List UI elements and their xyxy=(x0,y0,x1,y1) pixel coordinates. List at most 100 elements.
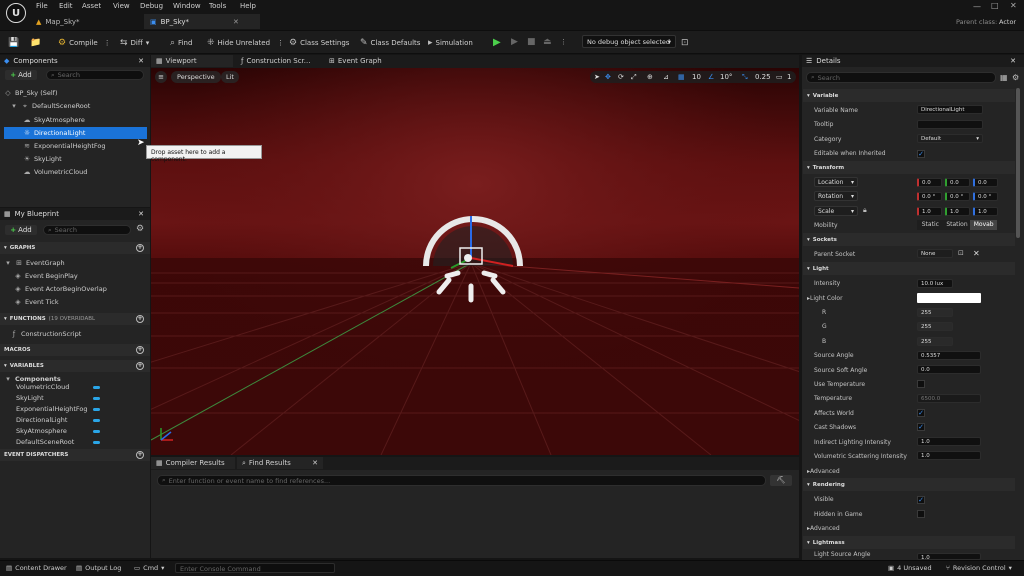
mobility-static[interactable]: Static xyxy=(917,220,944,230)
viewport-canvas[interactable]: ≡ Perspective Lit xyxy=(151,68,799,455)
menu-edit[interactable]: Edit xyxy=(59,2,73,10)
tooltip-input[interactable] xyxy=(917,120,983,129)
cmd-dropdown[interactable]: ▭ Cmd ▾ xyxy=(134,564,164,572)
rotation-z[interactable]: 0.0 ° xyxy=(973,192,998,201)
tree-item-skylight[interactable]: ☀ SkyLight xyxy=(4,153,147,165)
output-log-button[interactable]: ▤ Output Log xyxy=(76,564,121,572)
add-macro-icon[interactable]: + xyxy=(136,346,144,354)
browse-socket-icon[interactable]: ⊡ xyxy=(958,249,964,257)
cast-shadows-checkbox[interactable]: ✓ xyxy=(917,423,925,431)
surface-snap-icon[interactable]: ⊿ xyxy=(663,73,669,81)
section-variable[interactable]: ▾ Variable xyxy=(803,89,1015,102)
world-icon[interactable]: ⊕ xyxy=(647,73,653,81)
hide-unrelated-button[interactable]: ⁜ Hide Unrelated ⋮ xyxy=(207,37,284,49)
event-beginplay[interactable]: ◈ Event BeginPlay xyxy=(4,270,147,282)
menu-window[interactable]: Window xyxy=(173,2,201,10)
revision-control-button[interactable]: ⑂ Revision Control ▾ xyxy=(946,564,1012,572)
tree-item-self[interactable]: ◇ BP_Sky (Self) xyxy=(4,87,147,99)
menu-tools[interactable]: Tools xyxy=(209,2,226,10)
tree-item-eventgraph[interactable]: ▾ ⊞ EventGraph xyxy=(4,257,147,269)
add-component-button[interactable]: + Add xyxy=(5,70,37,80)
close-panel-icon[interactable]: ✕ xyxy=(138,210,144,218)
scale-icon[interactable]: ⤢ xyxy=(631,73,637,82)
viewport-menu-icon[interactable]: ≡ xyxy=(155,71,167,83)
scale-z[interactable]: 1.0 xyxy=(973,207,998,216)
tab-compiler-results[interactable]: ▦ Compiler Results xyxy=(151,457,235,469)
grid-snap-icon[interactable]: ▦ xyxy=(678,73,685,81)
add-graph-icon[interactable]: + xyxy=(136,244,144,252)
settings-gear-icon[interactable]: ⚙ xyxy=(136,224,144,234)
compile-button[interactable]: ⚙ Compile ⋮ xyxy=(58,37,111,49)
tree-item-constructionscript[interactable]: ƒ ConstructionScript xyxy=(4,328,147,340)
visible-checkbox[interactable]: ✓ xyxy=(917,496,925,504)
intensity-input[interactable]: 10.0 lux xyxy=(917,279,953,288)
components-search[interactable]: ⌕ Search xyxy=(46,70,144,80)
section-lightmass[interactable]: ▾ Lightmass xyxy=(803,536,1015,549)
unsaved-button[interactable]: ▣ 4 Unsaved xyxy=(888,564,932,572)
stop-icon[interactable]: ■ xyxy=(527,36,536,48)
add-variable-icon[interactable]: + xyxy=(136,362,144,370)
lightmass-angle-input[interactable]: 1.0 xyxy=(917,553,981,560)
move-icon[interactable]: ✥ xyxy=(605,73,611,81)
section-event-dispatchers[interactable]: EVENT DISPATCHERS + xyxy=(0,449,150,461)
tree-item-directionallight[interactable]: ☼ DirectionalLight xyxy=(4,127,147,139)
close-window-icon[interactable]: ✕ xyxy=(1010,1,1017,10)
temperature-input[interactable]: 6500.0 xyxy=(917,394,981,403)
variable-item[interactable]: SkyLight xyxy=(16,394,146,404)
tree-item-volumetriccloud[interactable]: ☁ VolumetricCloud xyxy=(4,166,147,178)
editable-inherited-checkbox[interactable]: ✓ xyxy=(917,150,925,158)
tree-item-skyatmosphere[interactable]: ☁ SkyAtmosphere xyxy=(4,114,147,126)
menu-view[interactable]: View xyxy=(113,2,130,10)
camera-speed-value[interactable]: 1 xyxy=(787,73,791,81)
use-temperature-checkbox[interactable] xyxy=(917,380,925,388)
g-input[interactable]: 255 xyxy=(917,322,953,331)
affects-world-checkbox[interactable]: ✓ xyxy=(917,409,925,417)
section-variables[interactable]: ▾ VARIABLES + xyxy=(0,360,150,372)
tab-event-graph[interactable]: ⊞ Event Graph xyxy=(324,55,410,67)
find-button[interactable]: ⌕ Find xyxy=(170,37,192,49)
rotation-snap-value[interactable]: 10° xyxy=(720,73,732,81)
add-dispatcher-icon[interactable]: + xyxy=(136,451,144,459)
location-z[interactable]: 0.0 xyxy=(973,178,998,187)
class-defaults-button[interactable]: ✎ Class Defaults xyxy=(360,37,420,49)
location-y[interactable]: 0.0 xyxy=(945,178,970,187)
eject-icon[interactable]: ⏏ xyxy=(543,36,552,48)
table-view-icon[interactable]: ▦ xyxy=(1000,73,1008,82)
section-rendering[interactable]: ▾ Rendering xyxy=(803,478,1015,491)
variable-item[interactable]: ExponentialHeightFog xyxy=(16,405,146,415)
lit-button[interactable]: Lit xyxy=(221,71,239,83)
section-macros[interactable]: MACROS + xyxy=(0,344,150,356)
class-settings-button[interactable]: ⚙ Class Settings xyxy=(289,37,349,49)
kebab-icon[interactable]: ⋮ xyxy=(560,36,567,48)
tab-construction-script[interactable]: ƒ Construction Scr... xyxy=(236,55,322,67)
event-actorbeginoverlap[interactable]: ◈ Event ActorBeginOverlap xyxy=(4,283,147,295)
menu-debug[interactable]: Debug xyxy=(140,2,163,10)
details-scrollbar[interactable] xyxy=(1016,88,1020,238)
tab-find-results[interactable]: ⌕ Find Results ✕ xyxy=(237,457,323,469)
variable-item[interactable]: VolumetricCloud xyxy=(16,383,146,393)
menu-asset[interactable]: Asset xyxy=(82,2,101,10)
close-panel-icon[interactable]: ✕ xyxy=(138,57,144,65)
maximize-icon[interactable]: □ xyxy=(991,1,999,10)
unreal-logo-icon[interactable]: U xyxy=(6,3,26,23)
section-graphs[interactable]: ▾ GRAPHS + xyxy=(0,242,150,254)
play-icon[interactable]: ▶ xyxy=(493,36,501,48)
add-function-icon[interactable]: + xyxy=(136,315,144,323)
rotate-icon[interactable]: ⟳ xyxy=(618,73,624,81)
section-sockets[interactable]: ▾ Sockets xyxy=(803,233,1015,246)
event-tick[interactable]: ◈ Event Tick xyxy=(4,296,147,308)
kebab-icon[interactable]: ⋮ xyxy=(277,39,284,47)
menu-file[interactable]: File xyxy=(36,2,48,10)
kebab-icon[interactable]: ⋮ xyxy=(104,39,111,47)
tab-bp-sky[interactable]: ▣ BP_Sky* ✕ xyxy=(144,14,260,29)
blueprint-search[interactable]: ⌕ Search xyxy=(43,225,131,235)
tree-item-defaultsceneroot[interactable]: ▾ ⌖ DefaultSceneRoot xyxy=(4,100,147,112)
category-select[interactable]: Default ▾ xyxy=(917,134,983,143)
light-advanced-toggle[interactable]: ▸ Advanced xyxy=(803,464,1015,478)
console-command-input[interactable]: Enter Console Command xyxy=(175,563,335,573)
simulation-button[interactable]: ▸ Simulation xyxy=(428,37,473,49)
tree-item-exponentialheightfog[interactable]: ≋ ExponentialHeightFog xyxy=(4,140,147,152)
close-tab-icon[interactable]: ✕ xyxy=(233,18,239,26)
content-drawer-button[interactable]: ▤ Content Drawer xyxy=(6,564,67,572)
grid-size-value[interactable]: 10 xyxy=(692,73,701,81)
